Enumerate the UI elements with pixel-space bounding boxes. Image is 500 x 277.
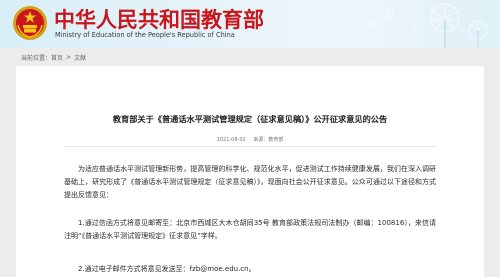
site-header: 中华人民共和国教育部 Ministry of Education of the … (0, 0, 500, 48)
article-source: 来源：教育部 (253, 137, 284, 143)
breadcrumb-home-link[interactable]: 首页 (51, 53, 63, 62)
dandelion-decoration (367, 3, 488, 48)
article-paragraph: 为适应普通话水平测试管理新形势，提高管理的科学化、规范化水平，促进测试工作持续健… (64, 165, 436, 199)
article-card: 教育部关于《普通话水平测试管理规定（征求意见稿）》公开征求意见的公告 2021-… (16, 66, 484, 277)
article-title: 教育部关于《普通话水平测试管理规定（征求意见稿）》公开征求意见的公告 (112, 114, 388, 124)
article-paragraph: 2.通过电子邮件方式将意见发送至：fzb@moe.edu.cn。 (78, 265, 256, 273)
breadcrumb-prefix: 当前位置： (21, 55, 52, 62)
breadcrumb-docs-link[interactable]: 文献 (74, 53, 86, 62)
article-date: 2021-08-02 (216, 137, 246, 143)
divider (64, 146, 436, 147)
article-meta: 2021-08-02 来源：教育部 (16, 136, 484, 143)
national-emblem-icon (13, 6, 47, 40)
breadcrumb: 当前位置： 首页 > 文献 (21, 53, 86, 62)
site-title[interactable]: 中华人民共和国教育部 (54, 4, 264, 34)
article-paragraph: 1.通过信函方式将意见邮寄至：北京市西城区大木仓胡同35号 教育部政策法规司法制… (64, 219, 436, 240)
breadcrumb-separator: > (66, 54, 72, 61)
site-subtitle: Ministry of Education of the People's Re… (55, 31, 235, 39)
